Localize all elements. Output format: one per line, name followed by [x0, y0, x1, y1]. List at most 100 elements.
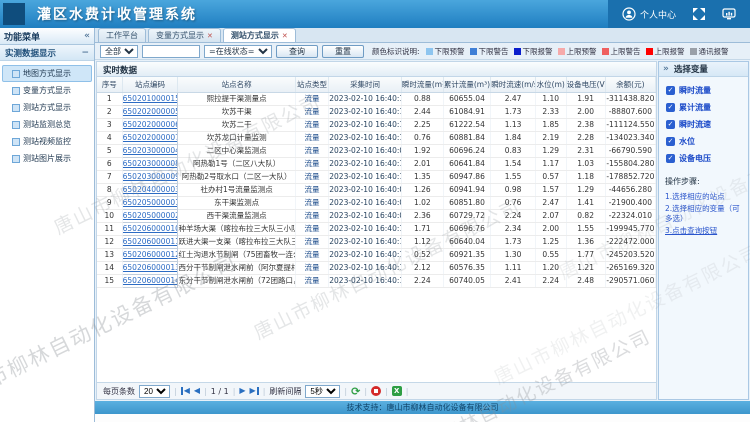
variable-checkbox-item[interactable]: ✓ 累计流量: [659, 99, 748, 116]
page-info: 1 / 1: [210, 386, 229, 396]
color-legend: 颜色标识说明: 下限预警 下限警告 下限报警 上限预警 上限警告 上限报警 通讯报警: [372, 46, 729, 57]
column-header: 余额(元): [605, 77, 657, 93]
per-page-select[interactable]: 20: [139, 384, 170, 398]
sidebar-group[interactable]: 实测数据显示 −: [0, 45, 94, 61]
tab-station-display[interactable]: 测站方式显示 ✕: [222, 28, 296, 42]
legend-label: 上限报警: [654, 46, 685, 56]
cell-voltage: 0.82: [566, 209, 606, 223]
tab-label: 测站方式显示: [230, 31, 279, 40]
status-select[interactable]: =在线状态=: [204, 44, 272, 58]
cell-flow: 2.24: [401, 274, 444, 288]
prev-page-icon[interactable]: ◀: [194, 387, 200, 395]
column-header: 采集时间: [328, 77, 402, 93]
cell-flow: 2.36: [401, 209, 444, 223]
sidebar-item[interactable]: 测站方式显示: [2, 99, 92, 116]
checkbox-checked-icon[interactable]: ✓: [666, 137, 675, 146]
station-code-link[interactable]: 650203000004: [123, 146, 177, 155]
last-page-icon[interactable]: ▶: [250, 387, 259, 395]
checkbox-checked-icon[interactable]: ✓: [666, 154, 675, 163]
cell-speed: 2.41: [490, 274, 536, 288]
cell-flow: 1.12: [401, 235, 444, 249]
variable-checkbox-item[interactable]: ✓ 瞬时流速: [659, 116, 748, 133]
stop-refresh-icon[interactable]: [371, 386, 382, 396]
cell-speed: 0.76: [490, 196, 536, 210]
keyword-input[interactable]: [142, 44, 200, 58]
first-page-icon[interactable]: ◀: [180, 387, 190, 395]
cell-no: 7: [97, 170, 123, 184]
reset-button[interactable]: 重置: [322, 44, 364, 58]
cell-time: 2023-02-10 16:40:10: [328, 105, 402, 119]
sidebar-item[interactable]: 测站视频监控: [2, 133, 92, 150]
next-page-icon[interactable]: ▶: [239, 387, 245, 395]
sidebar-item[interactable]: 测站监测总览: [2, 116, 92, 133]
station-code-link[interactable]: 650204000003: [123, 185, 177, 194]
cell-time: 2023-02-10 16:40:11: [328, 131, 402, 145]
sidebar-item[interactable]: 测站图片展示: [2, 150, 92, 167]
close-icon[interactable]: ✕: [282, 32, 288, 40]
refresh-interval-select[interactable]: 5秒: [305, 384, 341, 398]
station-code-link[interactable]: 650206000011: [123, 237, 177, 246]
cell-balance: -21900.400: [605, 196, 657, 210]
refresh-icon[interactable]: ⟳: [351, 386, 360, 397]
export-excel-icon[interactable]: X: [391, 386, 402, 396]
cell-total: 60640.04: [443, 235, 492, 249]
tab-workspace[interactable]: 工作平台: [98, 28, 146, 42]
checkbox-checked-icon[interactable]: ✓: [666, 86, 675, 95]
legend-item: 通讯报警: [689, 46, 729, 57]
monitor-dashboard-icon[interactable]: [722, 7, 736, 21]
table-row: 9 650205000001 东干渠监测点 流量 2023-02-10 16:40:05…: [97, 195, 657, 210]
station-code-link[interactable]: 650203000008: [123, 159, 177, 168]
variable-checkbox-item[interactable]: ✓ 设备电压: [659, 150, 748, 167]
cell-flow: 0.76: [401, 131, 444, 145]
cell-no: 1: [97, 92, 123, 106]
cell-code: 650206000012: [121, 247, 179, 262]
cell-balance: -88807.600: [605, 105, 657, 119]
station-code-link[interactable]: 650202000005: [123, 107, 177, 116]
group-collapse-icon[interactable]: −: [81, 48, 89, 58]
table-row: 1 650201000015 熙拉提干渠测量点 流量 2023-02-10 16:40:…: [97, 91, 657, 106]
cell-level: 1.85: [535, 118, 567, 132]
query-button[interactable]: 查询: [276, 44, 318, 58]
cell-type: 流量: [295, 274, 330, 288]
legend-item: 上限预警: [557, 46, 597, 57]
cell-code: 650203000004: [121, 143, 179, 158]
area-select[interactable]: 全部: [100, 44, 138, 58]
sidebar-item-label: 测站图片展示: [23, 154, 71, 163]
cell-level: 0.55: [535, 248, 567, 262]
user-center-button[interactable]: 个人中心: [622, 7, 676, 21]
variable-label: 累计流量: [679, 103, 711, 112]
station-code-link[interactable]: 650202000007: [123, 133, 177, 142]
station-code-link[interactable]: 650201000015: [123, 94, 177, 103]
station-code-link[interactable]: 650202000006: [123, 120, 177, 129]
cell-speed: 1.84: [490, 131, 536, 145]
compress-window-icon[interactable]: [692, 7, 706, 21]
sidebar-items: 地图方式显示 变量方式显示 测站方式显示 测站监测总览 测站视频监控测站图片展示: [0, 61, 94, 171]
tab-variable-display[interactable]: 变量方式显示 ✕: [148, 28, 221, 42]
station-code-link[interactable]: 650205000001: [123, 198, 177, 207]
cell-name: 熙拉提干渠测量点: [177, 92, 296, 106]
station-code-link[interactable]: 650206000013: [123, 263, 177, 272]
station-code-link[interactable]: 650206000014: [123, 276, 177, 285]
cell-name: 西干渠流量监测点: [177, 209, 296, 223]
table-row: 2 650202000005 坎苏干渠 流量 2023-02-10 16:40:10 2.…: [97, 104, 657, 119]
station-code-link[interactable]: 650203000009: [123, 172, 177, 181]
cell-balance: -134023.340: [605, 131, 657, 145]
station-code-link[interactable]: 650206000010: [123, 224, 177, 233]
variable-panel-title: 选择变量: [673, 65, 708, 75]
station-code-link[interactable]: 650205000002: [123, 211, 177, 220]
cell-flow: 1.92: [401, 144, 444, 158]
station-code-link[interactable]: 650206000012: [123, 250, 177, 259]
variable-checkbox-item[interactable]: ✓ 瞬时流量: [659, 82, 748, 99]
sidebar-title: 功能菜单: [4, 32, 41, 43]
checkbox-checked-icon[interactable]: ✓: [666, 120, 675, 129]
sidebar-item[interactable]: 变量方式显示: [2, 82, 92, 99]
cell-voltage: 1.18: [566, 170, 606, 184]
sidebar-item[interactable]: 地图方式显示: [2, 65, 92, 82]
checkbox-checked-icon[interactable]: ✓: [666, 103, 675, 112]
panel-collapse-icon[interactable]: »: [663, 64, 669, 74]
variable-checkbox-item[interactable]: ✓ 水位: [659, 133, 748, 150]
close-icon[interactable]: ✕: [207, 32, 213, 40]
cell-time: 2023-02-10 16:40:12: [328, 157, 402, 171]
sidebar-collapse-icon[interactable]: «: [84, 31, 90, 41]
cell-time: 2023-02-10 16:40:05: [328, 196, 402, 210]
